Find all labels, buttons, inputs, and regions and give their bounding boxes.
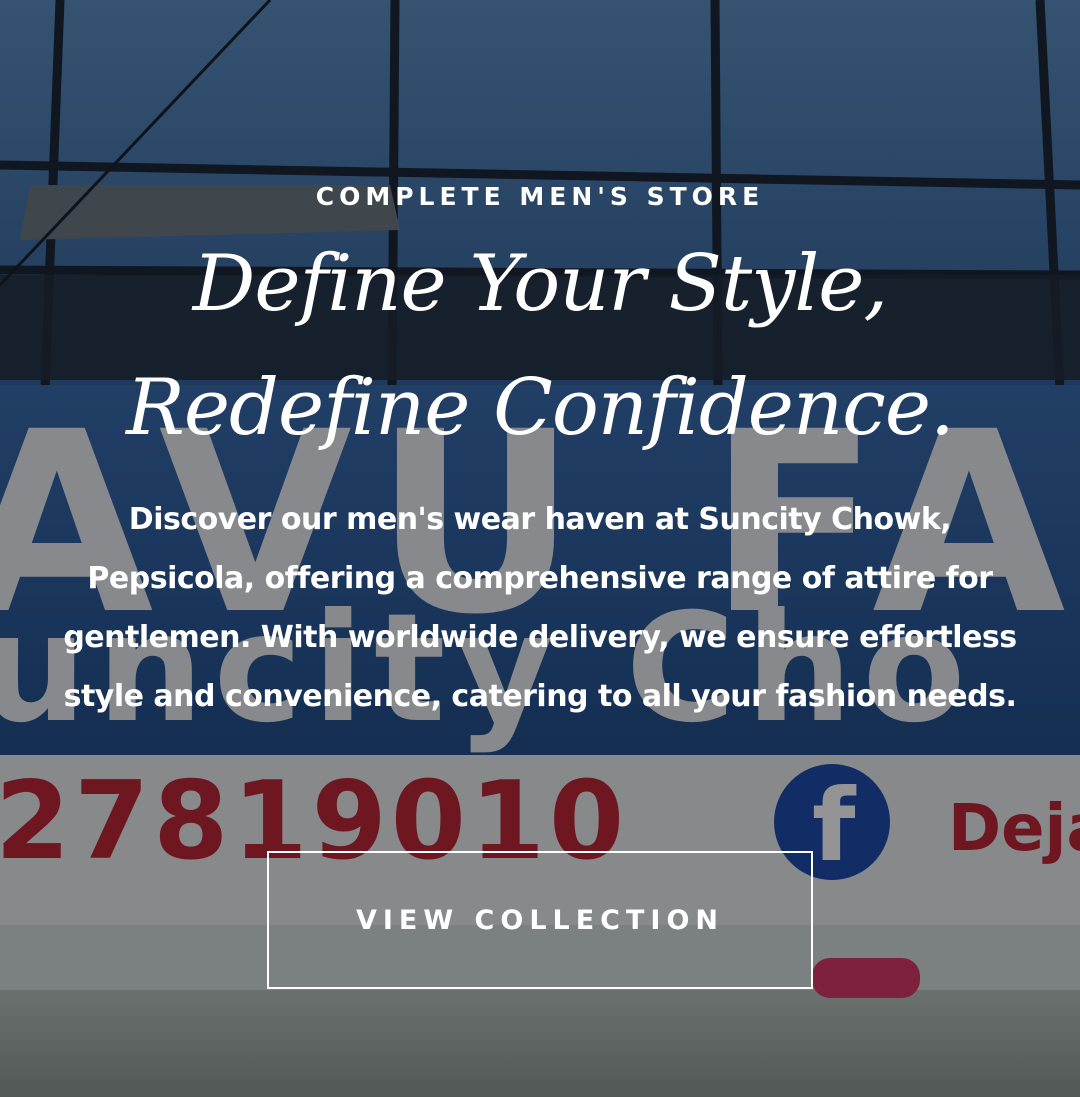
hero-content: COMPLETE MEN'S STORE Define Your Style, …	[0, 0, 1080, 1097]
headline-line-1: Define Your Style,	[192, 239, 888, 329]
view-collection-button[interactable]: VIEW COLLECTION	[267, 851, 813, 989]
hero-section: AVU FAS uncity Cho 27819010 f Deja COMPL…	[0, 0, 1080, 1097]
hero-eyebrow: COMPLETE MEN'S STORE	[315, 182, 765, 211]
headline-line-2: Redefine Confidence.	[126, 363, 955, 453]
hero-headline: Define Your Style, Redefine Confidence.	[0, 222, 1080, 470]
hero-description: Discover our men's wear haven at Suncity…	[63, 502, 1017, 714]
